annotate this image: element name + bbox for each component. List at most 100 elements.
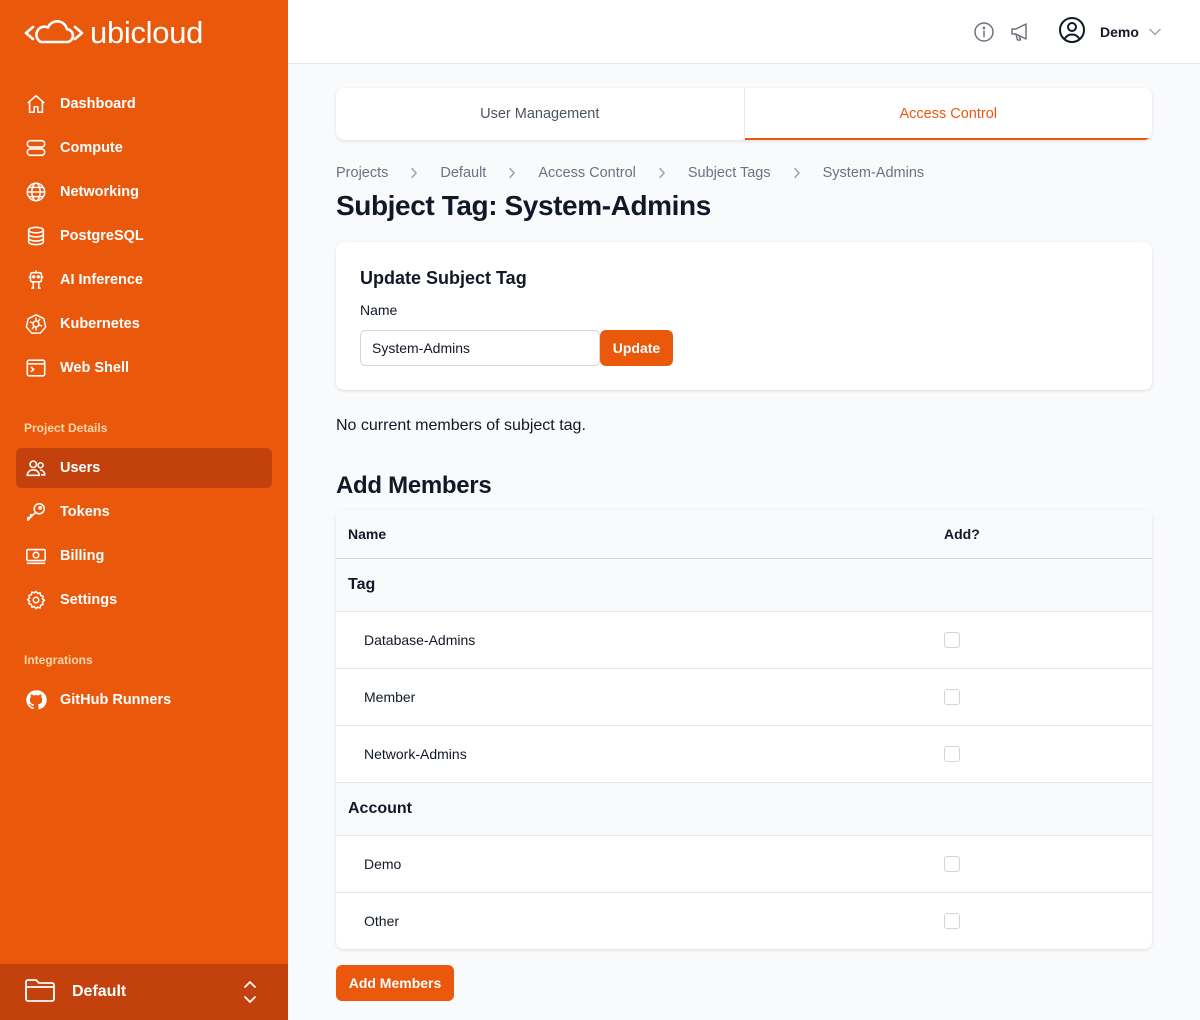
- tab-access-control[interactable]: Access Control: [743, 88, 1153, 140]
- sidebar-item-github-runners[interactable]: GitHub Runners: [16, 680, 272, 720]
- sidebar-item-label: Settings: [60, 592, 118, 608]
- ubicloud-logo[interactable]: ubicloud: [24, 15, 204, 50]
- github-icon: [24, 688, 48, 712]
- update-subject-tag-card: Update Subject Tag Name Update: [336, 242, 1152, 390]
- member-name: Network-Admins: [336, 724, 944, 782]
- table-row: Network-Admins: [336, 724, 1152, 782]
- cloud-logo-icon: [24, 20, 84, 44]
- member-name: Other: [336, 891, 944, 949]
- sidebar: ubicloud Dashboard Compute Networking Po…: [0, 0, 288, 1020]
- sidebar-item-label: Dashboard: [60, 96, 136, 112]
- kubernetes-icon: [24, 312, 48, 336]
- globe-icon: [24, 180, 48, 204]
- sidebar-item-label: Web Shell: [60, 360, 130, 376]
- main-nav: Dashboard Compute Networking PostgreSQL …: [16, 84, 272, 392]
- megaphone-icon[interactable]: [1009, 21, 1031, 43]
- member-name: Member: [336, 667, 944, 725]
- sidebar-item-tokens[interactable]: Tokens: [16, 492, 272, 532]
- table-header-row: Name Add?: [336, 510, 1152, 559]
- member-name: Database-Admins: [336, 610, 944, 668]
- integrations-nav: GitHub Runners: [16, 680, 272, 724]
- users-icon: [24, 456, 48, 480]
- banknote-icon: [24, 544, 48, 568]
- robot-icon: [24, 268, 48, 292]
- table-row: Other: [336, 891, 1152, 949]
- tab-user-management[interactable]: User Management: [336, 88, 744, 140]
- table-row: Member: [336, 667, 1152, 725]
- key-icon: [24, 500, 48, 524]
- terminal-icon: [24, 356, 48, 380]
- chevron-right-icon: [410, 167, 418, 179]
- breadcrumb-item[interactable]: Default: [440, 165, 486, 181]
- chevron-right-icon: [508, 167, 516, 179]
- info-icon[interactable]: [973, 21, 995, 43]
- breadcrumb-item[interactable]: Subject Tags: [688, 165, 771, 181]
- name-input[interactable]: [360, 330, 600, 366]
- add-members-button[interactable]: Add Members: [336, 965, 454, 1001]
- breadcrumb-item[interactable]: Access Control: [538, 165, 636, 181]
- home-icon: [24, 92, 48, 116]
- group-row-tag: Tag: [336, 558, 1152, 611]
- project-switcher[interactable]: Default: [0, 964, 288, 1020]
- update-button[interactable]: Update: [600, 330, 673, 366]
- logo-wordmark: ubicloud: [90, 15, 204, 50]
- breadcrumb-item[interactable]: Projects: [336, 165, 388, 181]
- sidebar-item-label: PostgreSQL: [60, 228, 144, 244]
- add-checkbox[interactable]: [944, 631, 960, 648]
- database-icon: [24, 224, 48, 248]
- card-title: Update Subject Tag: [360, 268, 527, 288]
- add-checkbox[interactable]: [944, 745, 960, 762]
- project-nav: Users Tokens Billing Settings: [16, 448, 272, 624]
- top-bar: Demo: [288, 0, 1200, 64]
- sidebar-item-label: Networking: [60, 184, 139, 200]
- sidebar-item-label: GitHub Runners: [60, 692, 172, 708]
- sidebar-item-web-shell[interactable]: Web Shell: [16, 348, 272, 388]
- add-members-table: Name Add? Tag Database-Admins Member Net…: [336, 510, 1152, 949]
- server-icon: [24, 136, 48, 160]
- group-row-account: Account: [336, 781, 1152, 835]
- sidebar-item-dashboard[interactable]: Dashboard: [16, 84, 272, 124]
- sidebar-item-label: AI Inference: [60, 272, 143, 288]
- chevron-up-down-icon: [242, 979, 258, 1010]
- folder-icon: [24, 977, 56, 1008]
- sidebar-item-label: Users: [60, 460, 101, 476]
- add-checkbox[interactable]: [944, 688, 960, 705]
- empty-members-note: No current members of subject tag.: [336, 417, 586, 434]
- integrations-heading: Integrations: [24, 653, 93, 667]
- sidebar-item-networking[interactable]: Networking: [16, 172, 272, 212]
- column-header-name: Name: [336, 510, 944, 559]
- column-header-add: Add?: [944, 510, 1152, 559]
- chevron-right-icon: [793, 167, 801, 179]
- sidebar-item-compute[interactable]: Compute: [16, 128, 272, 168]
- gear-icon: [24, 588, 48, 612]
- chevron-right-icon: [658, 167, 666, 179]
- group-label: Account: [336, 781, 1152, 835]
- sidebar-item-postgresql[interactable]: PostgreSQL: [16, 216, 272, 256]
- user-circle-icon: [1058, 16, 1086, 49]
- breadcrumb-item[interactable]: System-Admins: [823, 165, 925, 181]
- sidebar-item-settings[interactable]: Settings: [16, 580, 272, 620]
- add-checkbox[interactable]: [944, 855, 960, 872]
- chevron-down-icon: [1149, 23, 1161, 41]
- sidebar-item-ai-inference[interactable]: AI Inference: [16, 260, 272, 300]
- sidebar-item-label: Billing: [60, 548, 105, 564]
- page-title: Subject Tag: System-Admins: [336, 190, 711, 221]
- user-name: Demo: [1100, 24, 1139, 40]
- project-details-heading: Project Details: [24, 421, 108, 435]
- user-menu[interactable]: Demo: [1058, 16, 1161, 49]
- tab-bar: User Management Access Control: [336, 88, 1152, 140]
- sidebar-item-billing[interactable]: Billing: [16, 536, 272, 576]
- table-row: Demo: [336, 834, 1152, 892]
- group-label: Tag: [336, 558, 1152, 611]
- add-members-heading: Add Members: [336, 472, 492, 499]
- sidebar-item-users[interactable]: Users: [16, 448, 272, 488]
- sidebar-item-label: Tokens: [60, 504, 110, 520]
- table-row: Database-Admins: [336, 610, 1152, 668]
- member-name: Demo: [336, 834, 944, 892]
- breadcrumb: Projects Default Access Control Subject …: [336, 165, 924, 181]
- project-switcher-label: Default: [72, 983, 127, 1000]
- name-label: Name: [360, 302, 398, 318]
- sidebar-item-label: Compute: [60, 140, 123, 156]
- add-checkbox[interactable]: [944, 912, 960, 929]
- sidebar-item-kubernetes[interactable]: Kubernetes: [16, 304, 272, 344]
